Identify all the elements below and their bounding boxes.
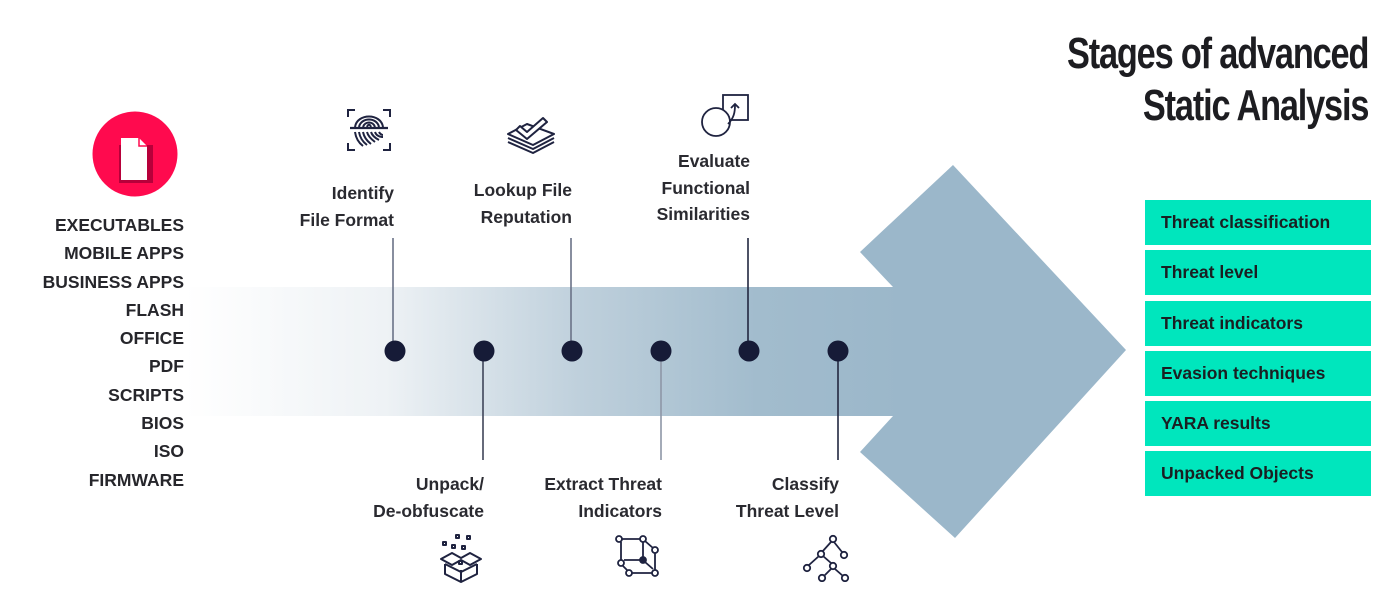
fingerprint-icon [347, 109, 391, 151]
stage-dot-2 [473, 340, 495, 362]
stage-label-line: Threat Level [735, 500, 839, 521]
stage-dot-3 [561, 340, 583, 362]
result-threat-classification: Threat classification [1145, 200, 1371, 245]
file-type-item: MOBILE APPS [64, 243, 184, 264]
stage-label-evaluate-functional-similarities: Evaluate Functional Similarities [657, 148, 750, 228]
stage-label-line: Similarities [656, 204, 750, 224]
result-threat-indicators: Threat indicators [1145, 300, 1371, 346]
layers-check-icon [507, 117, 555, 154]
stage-label-lookup-file-reputation: Lookup File Reputation [474, 177, 572, 230]
shapes-compare-icon [701, 94, 749, 137]
stage-label-line: Unpack/ [415, 474, 484, 494]
tree-graph-icon [802, 534, 850, 582]
stage-label-line: Lookup File [473, 180, 572, 200]
file-type-item: OFFICE [119, 328, 184, 349]
file-type-item: SCRIPTS [108, 384, 184, 405]
stage-label-line: Indicators [578, 500, 662, 521]
document-icon [92, 111, 178, 197]
file-type-list: EXECUTABLES MOBILE APPS BUSINESS APPS FL… [43, 211, 184, 494]
stage-label-line: De-obfuscate [373, 500, 484, 521]
title-line-2: Static Analysis [1142, 81, 1370, 130]
result-yara-results: YARA results [1145, 401, 1371, 447]
stage-label-line: File Format [299, 209, 394, 230]
file-type-item: ISO [153, 441, 184, 462]
stage-label-line: Extract Threat [544, 474, 662, 494]
stage-dot-5 [738, 340, 760, 362]
stage-label-line: Classify [771, 474, 839, 494]
result-threat-level: Threat level [1145, 250, 1371, 296]
stage-label-line: Reputation [480, 206, 572, 227]
stage-label-line: Functional [661, 177, 750, 198]
stage-label-identify-file-format: Identify File Format [300, 180, 394, 233]
result-unpacked-objects: Unpacked Objects [1145, 451, 1371, 497]
file-type-item: FLASH [125, 299, 184, 320]
file-type-item: FIRMWARE [88, 469, 184, 490]
open-box-icon [440, 534, 482, 583]
stage-label-line: Identify [331, 183, 394, 203]
results-list: Threat classification Threat level Threa… [1145, 200, 1371, 502]
stage-dot-4 [650, 340, 672, 362]
stage-dot-6 [827, 340, 849, 362]
arrow-head [860, 165, 1126, 538]
stage-label-classify-threat-level: Classify Threat Level [736, 471, 839, 524]
title-line-1: Stages of advanced [1066, 29, 1369, 78]
result-evasion-techniques: Evasion techniques [1145, 350, 1371, 396]
page-title: Stages of advanced Static Analysis [1066, 28, 1370, 132]
stage-dot-1 [384, 340, 406, 362]
file-type-item: BIOS [141, 413, 184, 434]
node-cube-icon [615, 535, 659, 577]
arrow-shaft [185, 287, 897, 416]
file-type-item: PDF [149, 356, 184, 377]
stage-label-unpack-de-obfuscate: Unpack/ De-obfuscate [373, 471, 484, 524]
file-type-item: EXECUTABLES [55, 215, 184, 235]
stage-label-line: Evaluate [678, 151, 750, 171]
stage-label-extract-threat-indicators: Extract Threat Indicators [544, 471, 662, 524]
file-type-item: BUSINESS APPS [42, 271, 184, 292]
